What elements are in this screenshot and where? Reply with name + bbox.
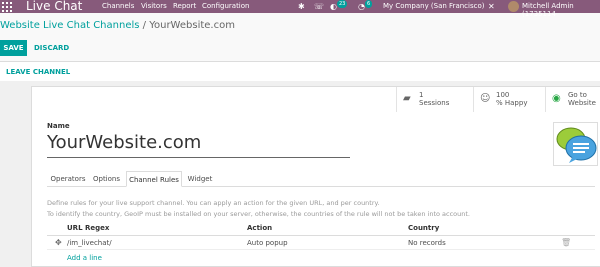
user-avatar[interactable]	[508, 1, 519, 12]
activity-count-badge: 6	[365, 0, 373, 8]
website-smart-button[interactable]: ◉ Go to Website	[545, 87, 600, 112]
breadcrumb-current: YourWebsite.com	[149, 20, 235, 31]
trash-icon[interactable]: 🗑	[561, 238, 571, 247]
activity-icon[interactable]: ◔	[358, 1, 365, 12]
menu-visitors[interactable]: Visitors	[141, 2, 167, 10]
tab-channel-rules[interactable]: Channel Rules	[126, 171, 182, 187]
website-line2: Website	[568, 99, 596, 107]
add-line-link[interactable]: Add a line	[67, 254, 102, 262]
form-tabs: Operators Options Channel Rules Widget	[47, 171, 595, 187]
sessions-smart-button[interactable]: ▰ 1 Sessions	[396, 87, 466, 112]
chat-icon[interactable]: ◐	[330, 1, 337, 12]
name-field[interactable]: YourWebsite.com	[47, 131, 350, 158]
drag-handle-icon[interactable]: ✥	[55, 238, 62, 247]
help-line-2: To identify the country, GeoIP must be i…	[47, 210, 470, 218]
cell-country[interactable]: No records	[408, 239, 446, 247]
cell-action[interactable]: Auto popup	[247, 239, 288, 247]
top-navbar: Live Chat Channels Visitors Report Confi…	[0, 0, 600, 18]
column-country[interactable]: Country	[408, 224, 439, 232]
form-sheet: ▰ 1 Sessions ☺ 100 % Happy ◉ Go to Websi…	[31, 86, 600, 267]
tab-operators[interactable]: Operators	[47, 171, 89, 187]
globe-icon: ◉	[552, 93, 561, 104]
close-icon[interactable]: ✕	[488, 1, 495, 12]
happy-label: % Happy	[496, 99, 528, 107]
name-label: Name	[47, 122, 70, 130]
table-row[interactable]: ✥ /im_livechat/ Auto popup No records 🗑	[47, 236, 595, 250]
column-url-regex[interactable]: URL Regex	[67, 224, 109, 232]
chat-count-badge: 23	[337, 0, 348, 8]
save-button[interactable]: SAVE	[0, 40, 27, 56]
sessions-label: Sessions	[419, 99, 450, 107]
happy-value: 100	[496, 91, 510, 99]
column-action[interactable]: Action	[247, 224, 272, 232]
comments-icon: ▰	[403, 93, 411, 104]
happy-smart-button[interactable]: ☺ 100 % Happy	[473, 87, 543, 112]
company-switcher[interactable]: My Company (San Francisco)	[383, 2, 484, 10]
website-line1: Go to	[568, 91, 587, 99]
apps-menu-icon[interactable]	[2, 2, 12, 12]
breadcrumb: Website Live Chat Channels / YourWebsite…	[0, 20, 235, 31]
smile-icon: ☺	[480, 93, 491, 104]
channel-rules-help: Define rules for your live support chann…	[47, 198, 470, 220]
user-menu[interactable]: Mitchell Admin (1735114	[522, 2, 600, 18]
phone-icon[interactable]: ☏	[314, 1, 324, 12]
menu-channels[interactable]: Channels	[102, 2, 134, 10]
discard-button[interactable]: DISCARD	[34, 44, 69, 52]
tab-options[interactable]: Options	[90, 171, 123, 187]
bug-icon[interactable]: ✱	[298, 1, 305, 12]
menu-configuration[interactable]: Configuration	[202, 2, 249, 10]
menu-report[interactable]: Report	[173, 2, 196, 10]
sessions-count: 1	[419, 91, 424, 99]
channel-image[interactable]	[553, 122, 598, 166]
tab-widget[interactable]: Widget	[183, 171, 217, 187]
help-line-1: Define rules for your live support chann…	[47, 199, 380, 207]
leave-channel-button[interactable]: LEAVE CHANNEL	[6, 68, 70, 76]
form-statusbar: LEAVE CHANNEL	[0, 61, 600, 81]
breadcrumb-parent[interactable]: Website Live Chat Channels	[0, 20, 139, 31]
breadcrumb-separator: /	[142, 20, 147, 31]
app-brand[interactable]: Live Chat	[26, 0, 82, 14]
cell-url-regex[interactable]: /im_livechat/	[67, 239, 112, 247]
